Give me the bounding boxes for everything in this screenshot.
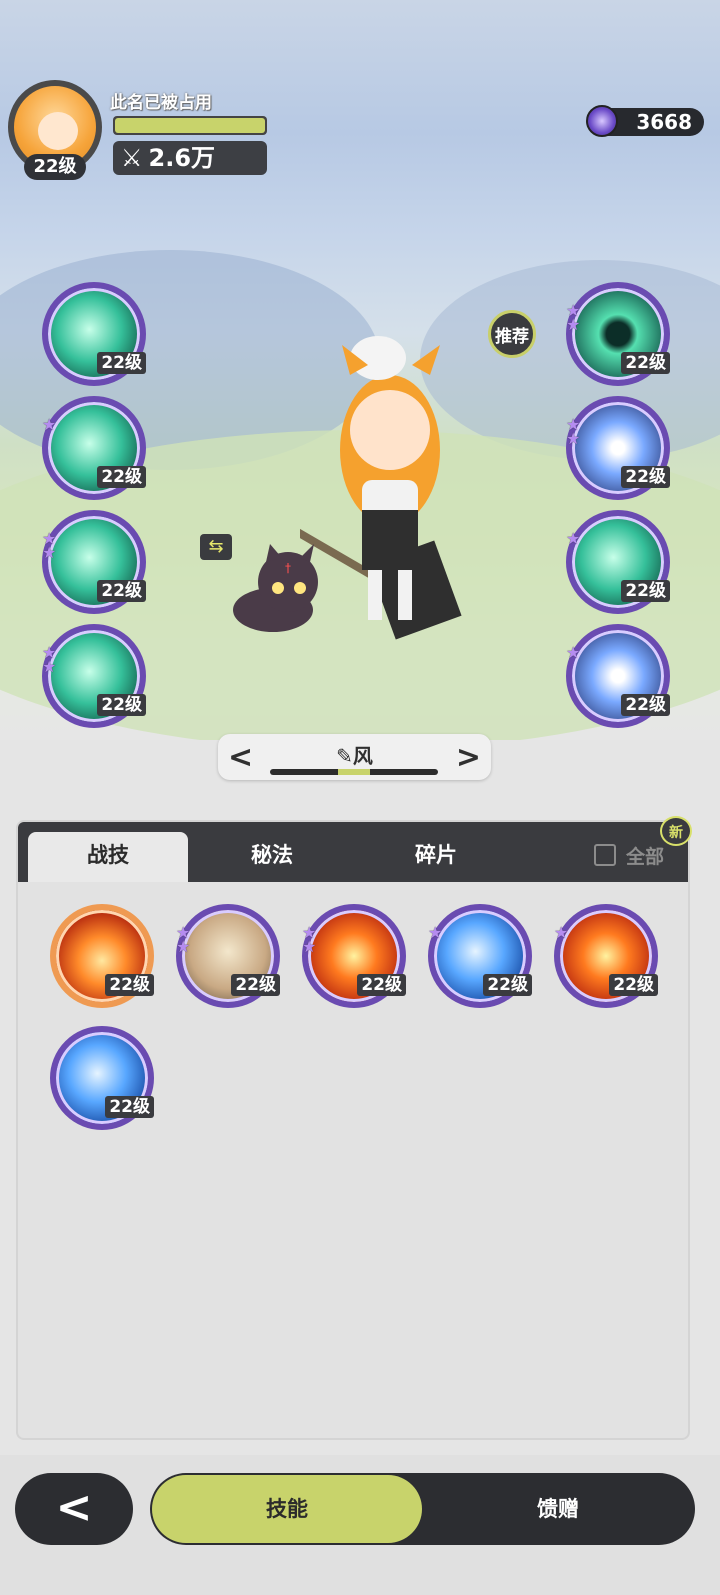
- star-icon: ★: [566, 529, 581, 548]
- skill-level: 22级: [97, 694, 146, 716]
- skill-level: 22级: [621, 466, 670, 488]
- equipped-skill-left-1[interactable]: 22级: [42, 282, 146, 386]
- pencil-icon: ✎: [336, 744, 353, 768]
- equipped-skill-left-3[interactable]: ★ ★ 22级: [42, 510, 146, 614]
- equipped-skill-right-2[interactable]: ★ ★ 22级: [566, 396, 670, 500]
- star-icon: ★ ★: [302, 923, 317, 956]
- battle-scene: † ⇆ 22级 此名已被占用 ⚔ 2.6万 3668 推荐 22级 ★ 22级 ★…: [0, 0, 720, 740]
- skill-level: 22级: [97, 580, 146, 602]
- skill-level: 22级: [609, 974, 658, 996]
- star-icon: ★ ★: [176, 923, 191, 956]
- skill-inventory-panel: 战技 秘法 碎片 全部 22级 ★ ★ 22级 ★ ★ 22级 ★ 22级 ★ 22…: [16, 820, 690, 1440]
- skill-level: 22级: [105, 974, 154, 996]
- avatar-face: [38, 112, 78, 150]
- back-button[interactable]: <: [15, 1473, 133, 1545]
- currency-display[interactable]: 3668: [586, 105, 704, 137]
- skill-level: 22级: [231, 974, 280, 996]
- element-name: 风: [352, 744, 373, 768]
- next-element-button[interactable]: >: [456, 740, 481, 775]
- show-all-label: 全部: [626, 846, 665, 868]
- skill-tabs: 战技 秘法 碎片 全部: [18, 822, 688, 882]
- skill-level: 22级: [357, 974, 406, 996]
- element-label[interactable]: ✎风: [218, 740, 491, 769]
- xp-bar: [113, 116, 267, 135]
- element-switcher: < ✎风 >: [218, 734, 491, 780]
- star-icon: ★: [42, 415, 57, 434]
- skill-level: 22级: [483, 974, 532, 996]
- nav-gifts[interactable]: 馈赠: [422, 1473, 694, 1545]
- equipped-skill-right-1[interactable]: ★ ★ 22级: [566, 282, 670, 386]
- crossed-swords-icon: ⚔: [121, 144, 143, 172]
- show-all-toggle[interactable]: 全部: [594, 842, 664, 869]
- xp-bar-fill: [115, 118, 265, 133]
- skill-grid-item[interactable]: ★ 22级: [554, 904, 658, 1008]
- equipped-skill-right-3[interactable]: ★ 22级: [566, 510, 670, 614]
- skill-level: 22级: [97, 466, 146, 488]
- player-name: 此名已被占用: [110, 93, 212, 113]
- star-icon: ★ ★: [42, 529, 57, 562]
- tab-secret-arts[interactable]: 秘法: [192, 832, 352, 882]
- checkbox-icon: [594, 844, 616, 866]
- skill-grid-item[interactable]: ★ 22级: [428, 904, 532, 1008]
- nav-skills[interactable]: 技能: [152, 1475, 422, 1543]
- skill-grid-item[interactable]: ★ ★ 22级: [302, 904, 406, 1008]
- equipped-skill-right-4[interactable]: ★ 22级: [566, 624, 670, 728]
- recommend-button[interactable]: 推荐: [488, 310, 536, 358]
- star-icon: ★: [554, 923, 569, 942]
- equipped-skill-left-4[interactable]: ★ ★ 22级: [42, 624, 146, 728]
- star-icon: ★ ★: [42, 643, 57, 676]
- skill-level: 22级: [97, 352, 146, 374]
- skill-grid-item[interactable]: ★ ★ 22级: [176, 904, 280, 1008]
- skill-grid-item[interactable]: 22级: [50, 1026, 154, 1130]
- star-icon: ★: [566, 643, 581, 662]
- element-page-indicator-active: [338, 769, 370, 775]
- skill-level: 22级: [621, 580, 670, 602]
- equipped-skill-left-2[interactable]: ★ 22级: [42, 396, 146, 500]
- skill-level: 22级: [105, 1096, 154, 1118]
- tab-fragments[interactable]: 碎片: [356, 832, 516, 882]
- skill-level: 22级: [621, 352, 670, 374]
- cat-pet[interactable]: †: [218, 540, 328, 640]
- player-level-badge: 22级: [24, 154, 86, 180]
- new-badge: 新: [660, 816, 692, 846]
- swap-pet-button[interactable]: ⇆: [200, 534, 232, 560]
- svg-text:†: †: [285, 561, 291, 575]
- skill-grid-item[interactable]: 22级: [50, 904, 154, 1008]
- tab-combat-skills[interactable]: 战技: [28, 832, 188, 882]
- skill-level: 22级: [621, 694, 670, 716]
- star-icon: ★ ★: [566, 415, 581, 448]
- combat-power: ⚔ 2.6万: [113, 141, 267, 175]
- gem-icon: [586, 105, 618, 137]
- combat-power-value: 2.6万: [148, 144, 216, 172]
- star-icon: ★: [428, 923, 443, 942]
- currency-amount: 3668: [636, 110, 692, 134]
- bottom-nav: 技能 馈赠: [150, 1473, 695, 1545]
- star-icon: ★ ★: [566, 301, 581, 334]
- element-page-indicator: [270, 769, 438, 775]
